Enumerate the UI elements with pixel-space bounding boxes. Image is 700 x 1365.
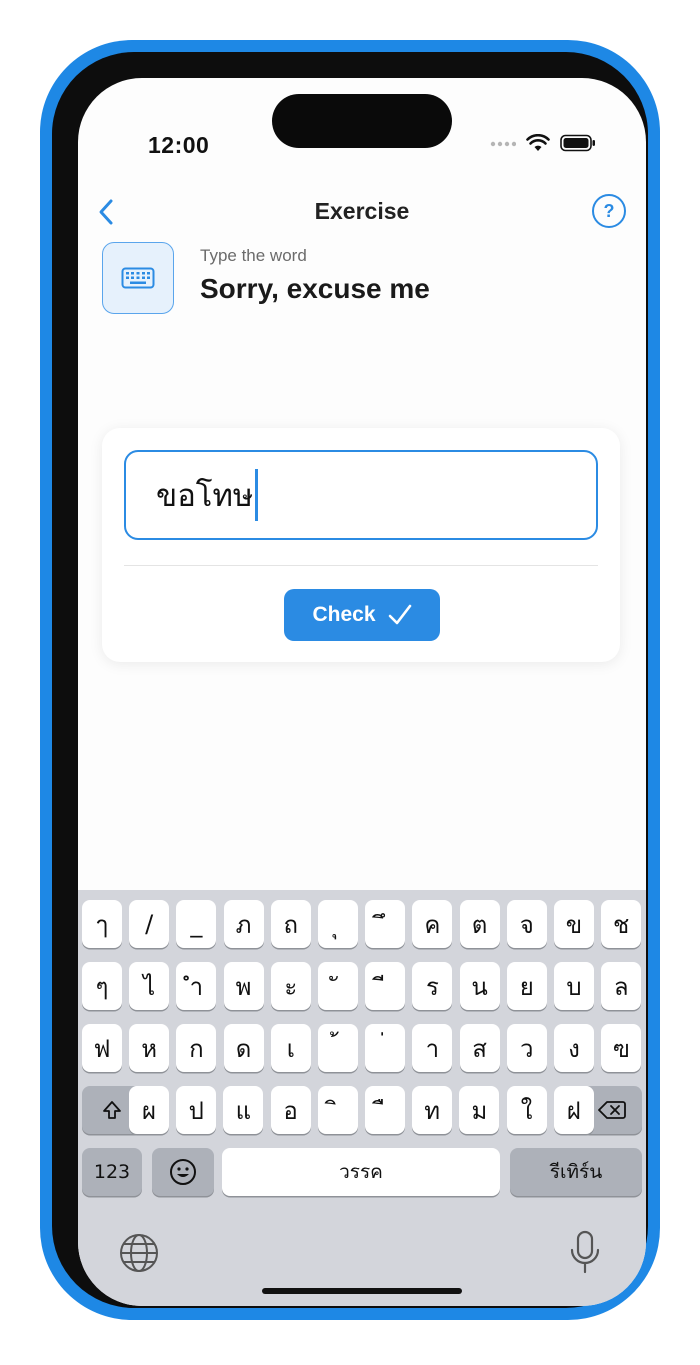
answer-card: ขอโทษ Check	[102, 428, 620, 662]
wifi-icon	[526, 134, 550, 151]
prompt-row: Type the word Sorry, excuse me	[102, 242, 626, 322]
key-3[interactable]: ก	[176, 1024, 217, 1072]
key-10[interactable]: ฝ	[553, 1086, 594, 1134]
shift-icon	[103, 1101, 121, 1119]
keyboard-icon	[121, 267, 155, 289]
key-7[interactable]: ท	[412, 1086, 453, 1134]
key-9[interactable]: ต	[459, 900, 500, 948]
key-7[interactable]: ึ	[365, 900, 406, 948]
key-9[interactable]: ใ	[506, 1086, 547, 1134]
key-4[interactable]: ด	[223, 1024, 264, 1072]
key-8[interactable]: ค	[412, 900, 453, 948]
page-title: Exercise	[314, 198, 410, 224]
signal-icon	[490, 141, 516, 147]
checkmark-icon	[388, 604, 411, 625]
return-key[interactable]: รีเทิร์น	[510, 1148, 642, 1196]
key-11[interactable]: ง	[554, 1024, 594, 1072]
text-caret	[255, 469, 258, 521]
status-time: 12:00	[148, 132, 210, 158]
question-icon: ?	[603, 200, 615, 221]
key-8[interactable]: ม	[459, 1086, 500, 1134]
status-bar: 12:00	[78, 78, 646, 158]
key-4[interactable]: อ	[270, 1086, 311, 1134]
key-12[interactable]: ฃ	[601, 1024, 642, 1072]
prompt-label: Type the word	[200, 246, 307, 265]
key-5[interactable]: เ	[270, 1024, 311, 1072]
key-7[interactable]: ี	[365, 962, 406, 1010]
key-1[interactable]: ๆ	[82, 962, 122, 1010]
key-8[interactable]: า	[412, 1024, 453, 1072]
key-4[interactable]: ภ	[223, 900, 264, 948]
key-12[interactable]: ล	[601, 962, 642, 1010]
prompt-word: Sorry, excuse me	[200, 273, 430, 304]
emoji-key[interactable]	[152, 1148, 214, 1196]
key-2[interactable]: ป	[176, 1086, 217, 1134]
key-10[interactable]: ย	[506, 962, 547, 1010]
key-5[interactable]: ิ	[317, 1086, 358, 1134]
key-1[interactable]: ผ	[129, 1086, 169, 1134]
key-6[interactable]: ุ	[318, 900, 358, 948]
divider	[124, 565, 598, 566]
globe-button[interactable]	[118, 1232, 160, 1274]
home-indicator	[262, 1288, 462, 1294]
phone-frame: 12:00 Exercise ? Type the word Sorry, ex…	[40, 40, 660, 1320]
key-7[interactable]: ่	[365, 1024, 406, 1072]
emoji-icon	[170, 1159, 196, 1185]
key-11[interactable]: บ	[554, 962, 594, 1010]
phone-bezel: 12:00 Exercise ? Type the word Sorry, ex…	[52, 52, 648, 1308]
thai-keyboard: ๅ/_ภถุึคตจขช ๆไำพะัีรนยบล ฟหกดเ้่าสวงฃ	[78, 890, 646, 1306]
key-2[interactable]: ไ	[129, 962, 170, 1010]
key-11[interactable]: ข	[554, 900, 594, 948]
answer-input[interactable]: ขอโทษ	[124, 450, 598, 540]
space-key[interactable]: วรรค	[222, 1148, 500, 1196]
status-icons	[490, 134, 596, 152]
battery-icon	[560, 134, 595, 152]
dynamic-island	[272, 94, 452, 148]
key-4[interactable]: พ	[223, 962, 264, 1010]
microphone-icon	[570, 1230, 600, 1274]
key-9[interactable]: ส	[459, 1024, 500, 1072]
backspace-icon	[598, 1101, 626, 1119]
key-6[interactable]: ั	[318, 962, 358, 1010]
key-10[interactable]: ว	[506, 1024, 547, 1072]
key-3[interactable]: แ	[223, 1086, 264, 1134]
nav-bar: Exercise ?	[78, 186, 646, 236]
key-2[interactable]: /	[129, 900, 170, 948]
key-3[interactable]: ำ	[176, 962, 217, 1010]
help-button[interactable]: ?	[592, 194, 626, 228]
key-8[interactable]: ร	[412, 962, 453, 1010]
key-2[interactable]: ห	[129, 1024, 170, 1072]
dictation-button[interactable]	[568, 1230, 602, 1276]
key-1[interactable]: ฟ	[82, 1024, 122, 1072]
key-1[interactable]: ๅ	[82, 900, 122, 948]
key-6[interactable]: ้	[318, 1024, 358, 1072]
check-button[interactable]: Check	[284, 589, 440, 641]
key-10[interactable]: จ	[506, 900, 547, 948]
globe-icon	[120, 1234, 158, 1272]
screen: 12:00 Exercise ? Type the word Sorry, ex…	[78, 78, 646, 1306]
key-5[interactable]: ะ	[270, 962, 311, 1010]
key-6[interactable]: ื	[365, 1086, 405, 1134]
check-button-label: Check	[312, 603, 376, 626]
answer-text: ขอโทษ	[156, 478, 254, 514]
key-12[interactable]: ช	[601, 900, 642, 948]
exercise-type-tile	[102, 242, 174, 314]
key-3[interactable]: _	[176, 900, 217, 948]
key-9[interactable]: น	[459, 962, 500, 1010]
key-5[interactable]: ถ	[270, 900, 311, 948]
numbers-key[interactable]: 123	[82, 1148, 142, 1196]
